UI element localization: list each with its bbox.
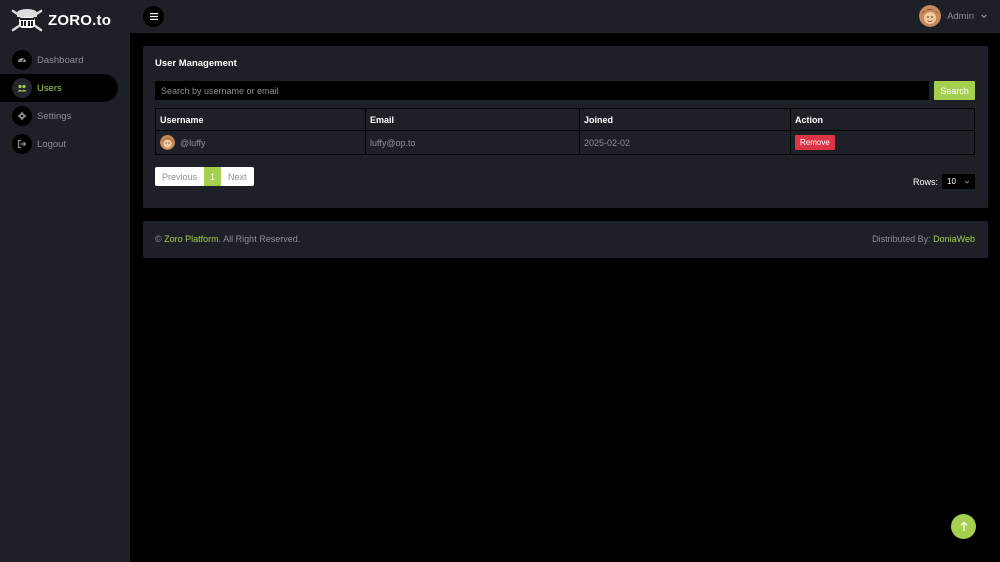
sidebar-item-logout[interactable]: Logout — [0, 130, 118, 158]
user-menu[interactable]: Admin — [919, 5, 988, 27]
menu-toggle-button[interactable] — [143, 6, 164, 27]
column-header-username: Username — [155, 108, 366, 131]
hamburger-menu-icon — [149, 13, 158, 20]
dashboard-icon — [12, 50, 32, 70]
rows-per-page-select[interactable]: 10 — [942, 174, 975, 189]
rights-text: . All Right Reserved. — [218, 234, 301, 244]
chevron-down-icon — [981, 14, 987, 19]
rows-per-page: Rows: 10 — [913, 174, 975, 189]
sidebar-item-users[interactable]: Users — [0, 74, 118, 102]
avatar — [919, 5, 942, 27]
copyright-symbol: © — [155, 234, 162, 244]
footer-distributed: Distributed By: DoniaWeb — [872, 234, 975, 244]
sidebar: ZORO.to Dashboard Users Settings Logout — [0, 0, 130, 562]
sidebar-nav: Dashboard Users Settings Logout — [0, 46, 130, 158]
gear-icon — [12, 106, 32, 126]
sidebar-item-settings[interactable]: Settings — [0, 102, 118, 130]
back-to-top-button[interactable] — [951, 514, 976, 539]
table-header-row: Username Email Joined Action — [155, 108, 975, 131]
sidebar-item-dashboard[interactable]: Dashboard — [0, 46, 118, 74]
user-management-card: User Management Search Username Email Jo… — [143, 46, 988, 208]
users-table: Username Email Joined Action @luffy luff… — [155, 108, 975, 155]
platform-link[interactable]: Zoro Platform — [164, 234, 219, 244]
email-cell: luffy@op.to — [365, 130, 580, 155]
sidebar-item-label: Users — [37, 82, 62, 94]
pagination-next-button[interactable]: Next — [221, 167, 254, 186]
brand-name: ZORO.to — [48, 11, 112, 29]
column-header-action: Action — [790, 108, 975, 131]
column-header-email: Email — [365, 108, 580, 131]
rows-per-page-value: 10 — [947, 177, 956, 186]
page-title: User Management — [155, 58, 237, 69]
logout-icon — [12, 134, 32, 154]
chevron-down-icon — [964, 180, 970, 184]
arrow-up-icon — [959, 521, 968, 531]
footer-copyright: © Zoro Platform. All Right Reserved. — [155, 234, 300, 244]
pagination-page-button[interactable]: 1 — [204, 167, 222, 186]
username-cell: @luffy — [155, 130, 366, 155]
search-button[interactable]: Search — [934, 81, 975, 100]
sidebar-item-label: Logout — [37, 138, 67, 150]
brand-logo[interactable]: ZORO.to — [10, 5, 111, 35]
top-bar — [130, 0, 1000, 33]
column-header-joined: Joined — [579, 108, 791, 131]
user-name: Admin — [947, 10, 974, 22]
distributed-label: Distributed By: — [872, 234, 931, 244]
table-row: @luffy luffy@op.to 2025-02-02 Remove — [155, 130, 975, 155]
pagination-previous-button[interactable]: Previous — [155, 167, 205, 186]
sidebar-item-label: Dashboard — [37, 54, 84, 66]
action-cell: Remove — [790, 130, 975, 155]
pagination: Previous 1 Next — [155, 167, 254, 186]
pirate-skull-logo-icon — [11, 9, 43, 32]
avatar — [160, 135, 175, 150]
joined-cell: 2025-02-02 — [579, 130, 791, 155]
rows-per-page-label: Rows: — [912, 176, 938, 187]
username-text: @luffy — [180, 137, 206, 148]
remove-user-button[interactable]: Remove — [795, 135, 835, 150]
sidebar-item-label: Settings — [37, 110, 72, 122]
search-input[interactable] — [155, 81, 929, 100]
distributor-link[interactable]: DoniaWeb — [933, 234, 975, 244]
footer: © Zoro Platform. All Right Reserved. Dis… — [143, 221, 988, 258]
users-icon — [12, 78, 32, 98]
